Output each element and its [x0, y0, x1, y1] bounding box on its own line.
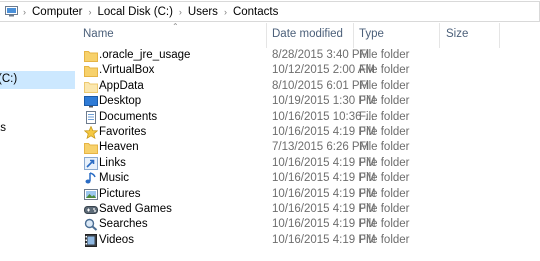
- pictures-icon: [84, 188, 98, 201]
- item-name: Saved Games: [99, 203, 172, 215]
- breadcrumb-users[interactable]: Users: [185, 6, 221, 18]
- list-item[interactable]: Pictures 10/16/2015 4:19 PM File folder: [75, 187, 540, 202]
- chevron-right-icon[interactable]: ›: [20, 7, 29, 17]
- nav-item-partial[interactable]: ts: [0, 122, 6, 134]
- item-type: File folder: [359, 218, 410, 231]
- item-type: File folder: [359, 141, 410, 154]
- item-type: File folder: [359, 49, 410, 61]
- list-item[interactable]: Music 10/16/2015 4:19 PM File folder: [75, 171, 540, 186]
- column-header-row: ⌃ Name Date modified Type Size: [75, 22, 540, 48]
- list-item[interactable]: Searches 10/16/2015 4:19 PM File folder: [75, 217, 540, 232]
- list-item[interactable]: .VirtualBox 10/12/2015 2:00 AM File fold…: [75, 63, 540, 78]
- item-type: File folder: [359, 110, 410, 123]
- sort-up-icon: ⌃: [172, 22, 179, 31]
- folder-icon: [84, 141, 98, 155]
- column-divider[interactable]: [266, 23, 267, 48]
- folder-icon: [84, 49, 98, 62]
- list-item[interactable]: Saved Games 10/16/2015 4:19 PM File fold…: [75, 202, 540, 217]
- column-header-size[interactable]: Size: [446, 28, 468, 40]
- item-type: File folder: [359, 187, 410, 200]
- item-name: Favorites: [99, 126, 147, 138]
- list-item[interactable]: Desktop 10/19/2015 1:30 PM File folder: [75, 94, 540, 109]
- item-name: .oracle_jre_usage: [99, 49, 191, 61]
- item-type: File folder: [359, 156, 410, 169]
- item-name: Heaven: [99, 141, 139, 154]
- item-name: Documents: [99, 110, 158, 123]
- column-divider[interactable]: [499, 23, 500, 48]
- item-type: File folder: [359, 233, 410, 246]
- nav-item-label: (C:): [0, 73, 18, 85]
- item-name: Videos: [99, 233, 134, 246]
- item-type: File folder: [359, 172, 410, 185]
- item-name: .VirtualBox: [99, 64, 155, 77]
- searches-icon: [84, 218, 98, 232]
- column-header-name[interactable]: Name: [83, 28, 114, 40]
- item-date: 8/10/2015 6:01 PM: [272, 79, 370, 92]
- list-item[interactable]: Documents 10/16/2015 10:36 ... File fold…: [75, 110, 540, 125]
- item-type: File folder: [359, 203, 410, 215]
- favorites-star-icon: [83, 125, 99, 140]
- chevron-right-icon[interactable]: ›: [176, 7, 185, 17]
- navigation-pane: (C:) ts: [0, 23, 75, 261]
- breadcrumb-local-disk[interactable]: Local Disk (C:): [95, 6, 176, 18]
- videos-icon: [84, 233, 98, 247]
- item-name: Searches: [99, 218, 148, 231]
- links-icon: [84, 156, 98, 170]
- item-date: 8/28/2015 3:40 PM: [272, 49, 370, 61]
- list-item[interactable]: AppData 8/10/2015 6:01 PM File folder: [75, 79, 540, 94]
- list-item[interactable]: Favorites 10/16/2015 4:19 PM File folder: [75, 125, 540, 140]
- column-divider[interactable]: [353, 23, 354, 48]
- list-item[interactable]: Videos 10/16/2015 4:19 PM File folder: [75, 233, 540, 248]
- list-item[interactable]: .oracle_jre_usage 8/28/2015 3:40 PM File…: [75, 48, 540, 63]
- computer-icon: [5, 6, 18, 17]
- column-header-date[interactable]: Date modified: [272, 28, 343, 40]
- saved-games-icon: [84, 203, 98, 216]
- folder-icon: [84, 64, 98, 78]
- column-header-type[interactable]: Type: [359, 28, 384, 40]
- desktop-icon: [84, 95, 98, 108]
- chevron-right-icon[interactable]: ›: [86, 7, 95, 17]
- address-bar[interactable]: › Computer › Local Disk (C:) › Users › C…: [0, 0, 540, 23]
- column-divider[interactable]: [439, 23, 440, 48]
- breadcrumb-contacts[interactable]: Contacts: [230, 6, 281, 18]
- documents-icon: [84, 110, 98, 124]
- music-icon: [84, 172, 98, 185]
- list-item[interactable]: Heaven 7/13/2015 6:26 PM File folder: [75, 140, 540, 155]
- item-date: 7/13/2015 6:26 PM: [272, 141, 370, 154]
- item-type: File folder: [359, 95, 410, 108]
- address-bar-path[interactable]: › Computer › Local Disk (C:) › Users › C…: [0, 1, 540, 22]
- breadcrumb-computer[interactable]: Computer: [29, 6, 86, 18]
- item-name: Pictures: [99, 187, 141, 200]
- item-type: File folder: [359, 64, 410, 77]
- item-name: Music: [99, 172, 130, 185]
- chevron-right-icon[interactable]: ›: [221, 7, 230, 17]
- list-item[interactable]: Links 10/16/2015 4:19 PM File folder: [75, 156, 540, 171]
- item-type: File folder: [359, 126, 410, 138]
- item-name: Links: [99, 156, 126, 169]
- item-name: Desktop: [99, 95, 142, 108]
- nav-item-selected[interactable]: (C:): [0, 71, 75, 89]
- item-name: AppData: [99, 79, 144, 92]
- item-type: File folder: [359, 79, 410, 92]
- folder-light-icon: [84, 80, 98, 93]
